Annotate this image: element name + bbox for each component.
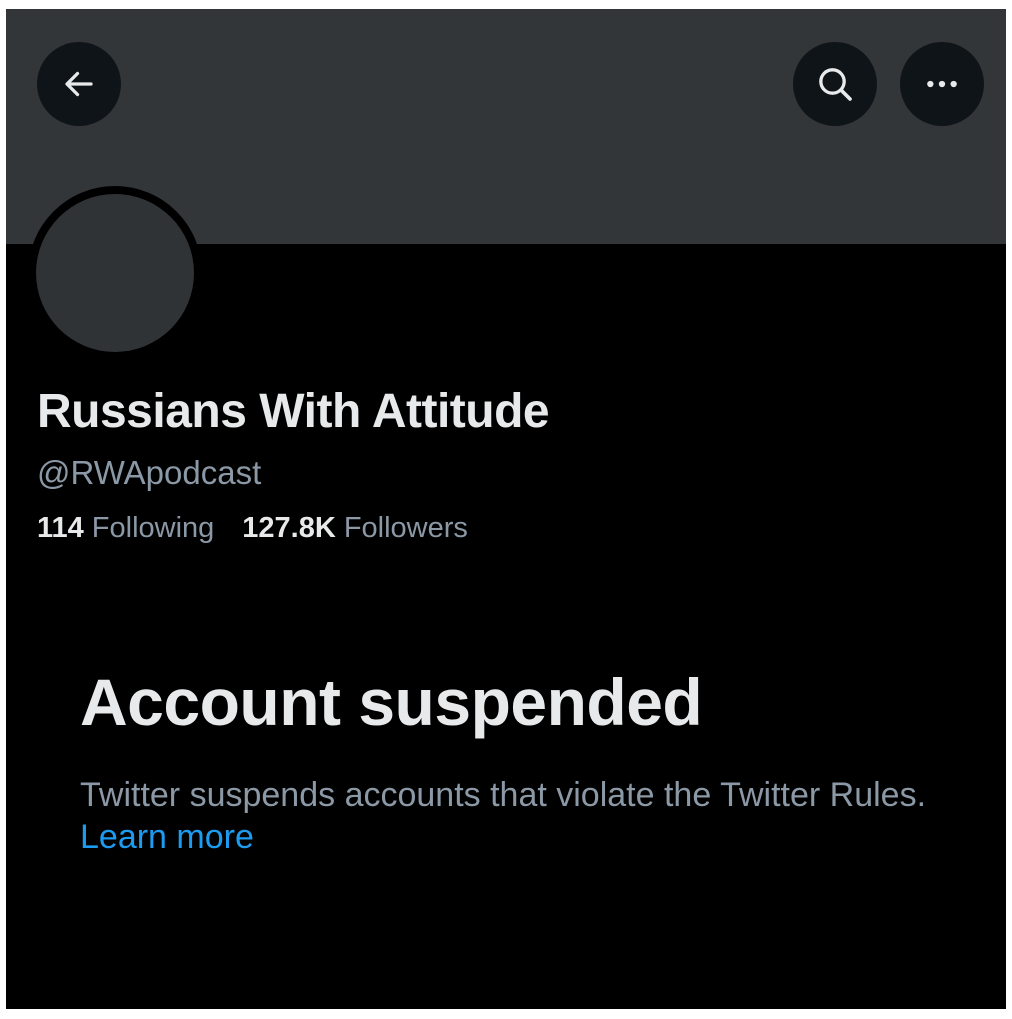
- followers-count: 127.8K: [242, 512, 336, 544]
- suspension-message: Twitter suspends accounts that violate t…: [80, 774, 960, 858]
- profile-screen: Russians With Attitude @RWApodcast 114 F…: [6, 9, 1006, 1009]
- more-horizontal-icon: [927, 80, 957, 88]
- display-name: Russians With Attitude: [37, 385, 550, 438]
- arrow-left-icon: [65, 71, 93, 97]
- more-options-button[interactable]: [900, 42, 984, 126]
- back-button[interactable]: [37, 42, 121, 126]
- follow-stats: 114 Following 127.8K Followers: [37, 512, 468, 545]
- following-label: Following: [91, 512, 215, 544]
- learn-more-link[interactable]: Learn more: [80, 818, 254, 856]
- followers-link[interactable]: 127.8K Followers: [242, 512, 468, 545]
- user-handle: @RWApodcast: [37, 454, 262, 491]
- following-count: 114: [37, 512, 84, 544]
- search-button[interactable]: [793, 42, 877, 126]
- suspension-description: Twitter suspends accounts that violate t…: [80, 776, 927, 814]
- following-link[interactable]: 114 Following: [37, 512, 214, 545]
- suspension-title: Account suspended: [80, 665, 703, 739]
- followers-label: Followers: [343, 512, 468, 544]
- avatar[interactable]: [36, 194, 194, 352]
- search-icon: [819, 68, 852, 101]
